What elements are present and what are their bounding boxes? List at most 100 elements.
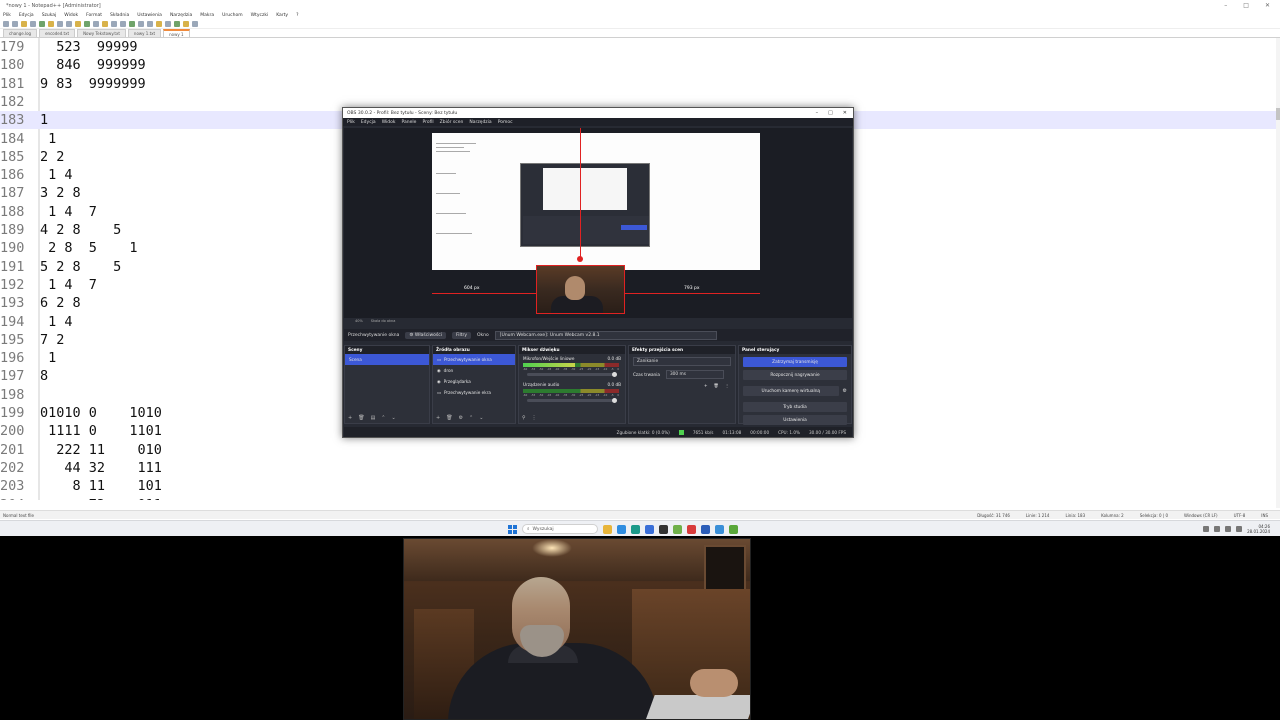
editor-line[interactable]: 202 44 32 111 — [0, 459, 1276, 477]
obs-preview[interactable]: 604 px 793 px — [344, 128, 852, 318]
gear-icon[interactable]: ⚙ — [843, 388, 851, 394]
explorer-icon[interactable] — [603, 524, 612, 534]
zoom-level[interactable]: 40% — [355, 319, 363, 323]
add-icon[interactable]: + — [436, 415, 440, 421]
menu-item-macro[interactable]: Makra — [200, 13, 214, 18]
duration-input[interactable]: 300 ms — [665, 370, 724, 379]
word-wrap-icon[interactable] — [147, 20, 153, 27]
menu-item-search[interactable]: Szukaj — [42, 13, 57, 18]
find-icon[interactable] — [102, 20, 108, 27]
word-icon[interactable] — [701, 524, 710, 534]
chevron-up-icon[interactable] — [1203, 526, 1210, 532]
undo-icon[interactable] — [84, 20, 90, 27]
source-item[interactable]: ◉ dron — [433, 365, 515, 376]
record-icon[interactable] — [687, 524, 696, 534]
editor-line[interactable]: 203 8 11 101 — [0, 477, 1276, 495]
tab-nowy-tekstowy[interactable]: Nowy Tekstowy.txt — [77, 29, 126, 37]
close-button[interactable]: ✕ — [1265, 2, 1270, 9]
obs-menu-edit[interactable]: Edycja — [361, 120, 376, 125]
notepadpp-icon[interactable] — [673, 524, 682, 534]
editor-line[interactable]: 201 222 11 010 — [0, 441, 1276, 459]
editor-line[interactable]: 204 72 011 — [0, 496, 1276, 501]
editor-line[interactable]: 179 523 99999 — [0, 38, 1276, 56]
maximize-button[interactable]: □ — [1243, 2, 1249, 9]
copy-icon[interactable] — [66, 20, 72, 27]
menu-item-file[interactable]: Plik — [3, 13, 11, 18]
obs-menu-tools[interactable]: Narzędzia — [469, 120, 491, 125]
menu-item-window[interactable]: Karty — [276, 13, 288, 18]
volume-fader[interactable] — [527, 398, 617, 403]
filter-icon[interactable]: ▤ — [371, 415, 376, 421]
network-icon[interactable] — [1214, 526, 1221, 532]
record-macro-icon[interactable] — [174, 20, 180, 27]
obs-menu-scene-collection[interactable]: Zbiór scen — [440, 120, 464, 125]
files-icon[interactable] — [715, 524, 724, 534]
green-app-icon[interactable] — [729, 524, 738, 534]
scrollbar-thumb[interactable] — [1276, 108, 1280, 120]
start-virtual-camera-button[interactable]: Uruchom kamerę wirtualną — [743, 386, 839, 396]
indent-guide-icon[interactable] — [165, 20, 171, 27]
menu-item-plugins[interactable]: Wtyczki — [251, 13, 269, 18]
zoom-in-icon[interactable] — [120, 20, 126, 27]
edge-icon[interactable] — [631, 524, 640, 534]
menu-item-language[interactable]: Składnia — [110, 13, 129, 18]
properties-button[interactable]: ⚙ Właściwości — [405, 331, 446, 339]
obs-icon[interactable] — [659, 524, 668, 534]
redo-icon[interactable] — [93, 20, 99, 27]
obs-maximize-button[interactable]: □ — [828, 110, 833, 116]
tab-nowy-1[interactable]: nowy 1 — [163, 29, 190, 37]
source-item[interactable]: ▭ Przechwytywanie okna — [433, 354, 515, 365]
clock[interactable]: 04:26 28.01.2024 — [1247, 524, 1270, 534]
menu-item-help[interactable]: ? — [296, 13, 298, 18]
add-icon[interactable]: + — [348, 415, 352, 421]
trash-icon[interactable]: 🗑 — [358, 415, 364, 421]
minimize-button[interactable]: – — [1224, 2, 1227, 9]
filters-button[interactable]: Filtry — [451, 331, 471, 339]
start-recording-button[interactable]: Rozpocznij nagrywanie — [743, 370, 847, 380]
obs-close-button[interactable]: ✕ — [843, 110, 847, 116]
taskbar-search[interactable]: ⌕ Wyszukaj — [522, 524, 598, 534]
cut-icon[interactable] — [57, 20, 63, 27]
source-item[interactable]: ▭ Przechwytywanie ekra — [433, 387, 515, 398]
stop-macro-icon[interactable] — [183, 20, 189, 27]
webcam-source-selected[interactable] — [536, 265, 625, 314]
arrow-up-icon[interactable]: ⌃ — [469, 415, 473, 421]
link-icon[interactable]: ⚲ — [522, 415, 526, 421]
gear-icon[interactable]: ⚙ — [459, 415, 463, 421]
vertical-scrollbar[interactable] — [1276, 38, 1280, 508]
editor-line[interactable]: 181 9 83 9999999 — [0, 75, 1276, 93]
arrow-down-icon[interactable]: ⌄ — [479, 415, 483, 421]
store-icon[interactable] — [645, 524, 654, 534]
tab-nowy-1-txt[interactable]: nowy 1.txt — [127, 29, 162, 37]
menu-item-tools[interactable]: Narzędzia — [170, 13, 192, 18]
more-icon[interactable]: ⋮ — [725, 383, 729, 388]
obs-menu-profile[interactable]: Profil — [422, 120, 433, 125]
show-all-chars-icon[interactable] — [156, 20, 162, 27]
trash-icon[interactable]: 🗑 — [713, 383, 718, 389]
menu-item-settings[interactable]: Ustawienia — [137, 13, 162, 18]
menu-item-view[interactable]: Widok — [64, 13, 78, 18]
obs-menu-file[interactable]: Plik — [347, 120, 355, 125]
start-icon[interactable] — [508, 524, 517, 534]
save-all-icon[interactable] — [30, 20, 36, 27]
source-item[interactable]: ◉ Przeglądarka — [433, 376, 515, 387]
save-icon[interactable] — [21, 20, 27, 27]
tab-encoded[interactable]: encoded.txt — [39, 29, 76, 37]
obs-menu-help[interactable]: Pomoc — [498, 120, 513, 125]
more-icon[interactable]: ⋮ — [532, 415, 537, 421]
arrow-down-icon[interactable]: ⌄ — [392, 415, 396, 421]
transition-select[interactable]: Zanikanie — [633, 357, 731, 366]
battery-icon[interactable] — [1236, 526, 1243, 532]
trash-icon[interactable]: 🗑 — [446, 415, 452, 421]
volume-icon[interactable] — [1225, 526, 1232, 532]
chrome-icon[interactable] — [617, 524, 626, 534]
obs-menu-docks[interactable]: Panele — [402, 120, 417, 125]
zoom-out-icon[interactable] — [129, 20, 135, 27]
arrow-up-icon[interactable]: ⌃ — [381, 415, 385, 421]
transform-handle[interactable] — [577, 256, 583, 262]
play-macro-icon[interactable] — [192, 20, 198, 27]
studio-mode-button[interactable]: Tryb studia — [743, 402, 847, 412]
zoom-hint[interactable]: Skala do okna — [371, 319, 396, 323]
open-file-icon[interactable] — [12, 20, 18, 27]
scene-item[interactable]: Scena — [345, 354, 429, 365]
